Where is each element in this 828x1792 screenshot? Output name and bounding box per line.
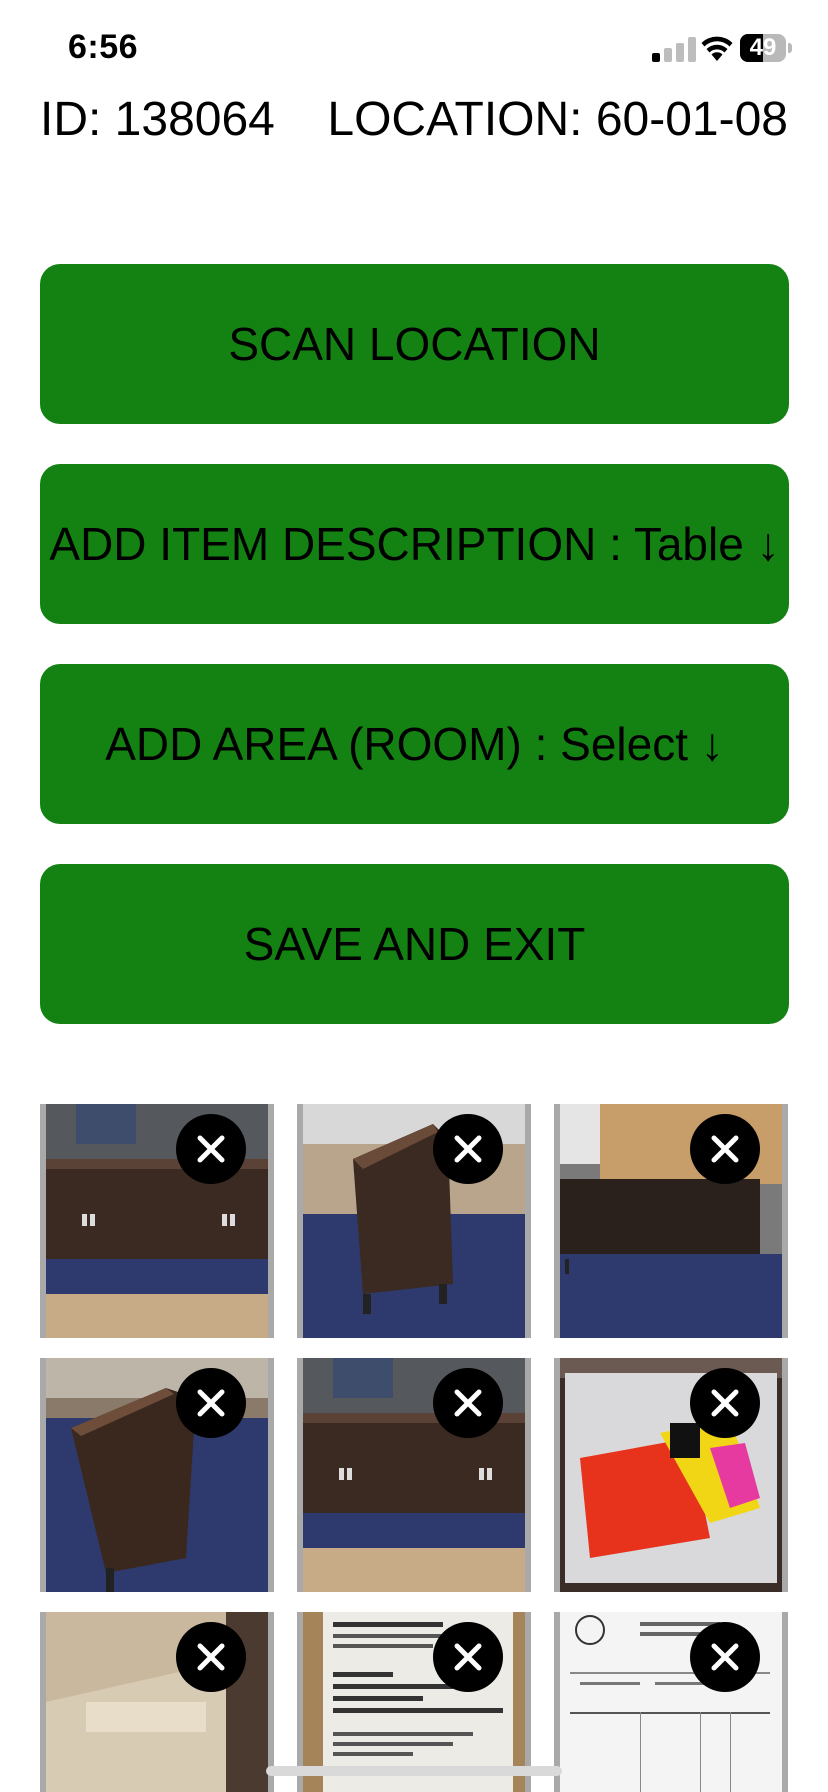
battery-icon: 49: [740, 34, 792, 62]
remove-photo-button[interactable]: [176, 1622, 246, 1692]
close-icon: [711, 1135, 739, 1163]
remove-photo-button[interactable]: [433, 1622, 503, 1692]
photo-thumbnail[interactable]: [297, 1104, 531, 1338]
remove-photo-button[interactable]: [690, 1622, 760, 1692]
photo-thumbnail[interactable]: [554, 1612, 788, 1792]
remove-photo-button[interactable]: [690, 1368, 760, 1438]
remove-photo-button[interactable]: [433, 1368, 503, 1438]
add-area-button[interactable]: ADD AREA (ROOM) : Select ↓: [40, 664, 789, 824]
remove-photo-button[interactable]: [176, 1368, 246, 1438]
close-icon: [197, 1643, 225, 1671]
status-bar: 6:56 49: [0, 0, 828, 100]
status-time: 6:56: [68, 28, 139, 66]
close-icon: [711, 1389, 739, 1417]
photo-thumbnail[interactable]: [40, 1104, 274, 1338]
save-and-exit-button[interactable]: SAVE AND EXIT: [40, 864, 789, 1024]
photo-thumbnail[interactable]: [297, 1358, 531, 1592]
close-icon: [454, 1135, 482, 1163]
cellular-signal-icon: [652, 36, 698, 62]
scan-location-button[interactable]: SCAN LOCATION: [40, 264, 789, 424]
wifi-icon: [700, 34, 734, 62]
close-icon: [454, 1643, 482, 1671]
screen: 6:56 49 ID: 138064 LOCATION: 60-01-08 SC…: [0, 0, 828, 1792]
remove-photo-button[interactable]: [690, 1114, 760, 1184]
close-icon: [454, 1389, 482, 1417]
photo-thumbnail[interactable]: [297, 1612, 531, 1792]
close-icon: [197, 1135, 225, 1163]
photo-thumbnail[interactable]: [40, 1612, 274, 1792]
location-label: LOCATION: 60-01-08: [327, 93, 788, 146]
remove-photo-button[interactable]: [433, 1114, 503, 1184]
photo-thumbnail[interactable]: [40, 1358, 274, 1592]
remove-photo-button[interactable]: [176, 1114, 246, 1184]
photo-thumbnail[interactable]: [554, 1358, 788, 1592]
battery-percent: 49: [749, 34, 777, 61]
home-indicator[interactable]: [266, 1766, 562, 1776]
add-item-description-button[interactable]: ADD ITEM DESCRIPTION : Table ↓: [40, 464, 789, 624]
close-icon: [711, 1643, 739, 1671]
item-id-label: ID: 138064: [40, 93, 275, 146]
photo-thumbnail[interactable]: [554, 1104, 788, 1338]
close-icon: [197, 1389, 225, 1417]
